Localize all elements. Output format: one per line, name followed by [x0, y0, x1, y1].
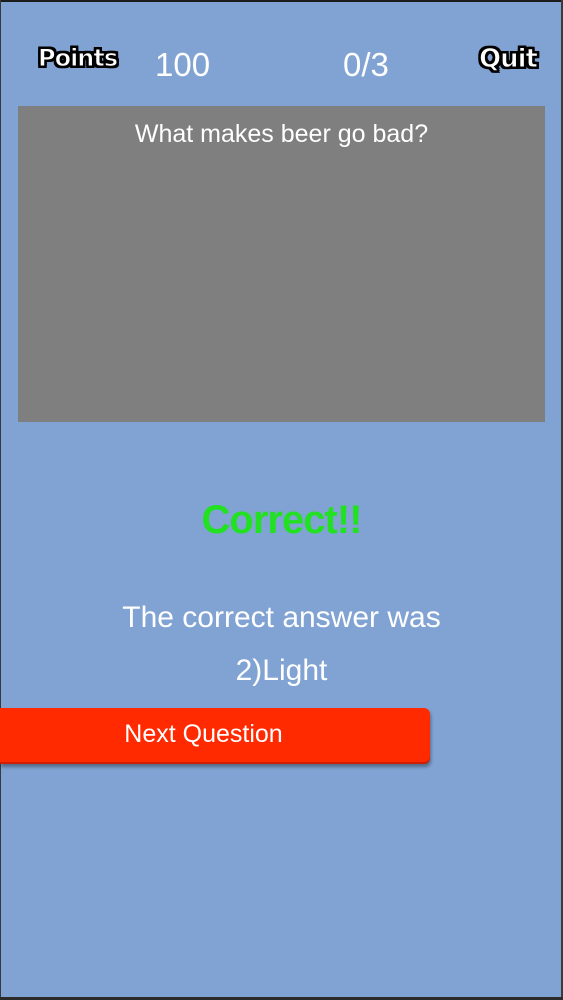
points-label: Points — [37, 44, 118, 73]
next-question-button[interactable]: Next Question — [0, 708, 430, 764]
question-progress: 0/3 — [343, 46, 389, 83]
correct-answer-value: 2)Light — [235, 654, 328, 687]
result-status: Correct!! — [201, 498, 363, 542]
top-edge-divider — [0, 0, 563, 2]
score-value: 100 — [155, 46, 211, 83]
next-question-label: Next Question — [124, 720, 283, 748]
correct-answer-intro: The correct answer was — [122, 601, 441, 634]
question-text: What makes beer go bad? — [134, 120, 429, 148]
quiz-screen: Points 100 0/3 Quit What makes beer go b… — [0, 0, 563, 1000]
quit-button[interactable]: Quit — [479, 44, 539, 75]
question-panel: What makes beer go bad? — [18, 106, 545, 422]
